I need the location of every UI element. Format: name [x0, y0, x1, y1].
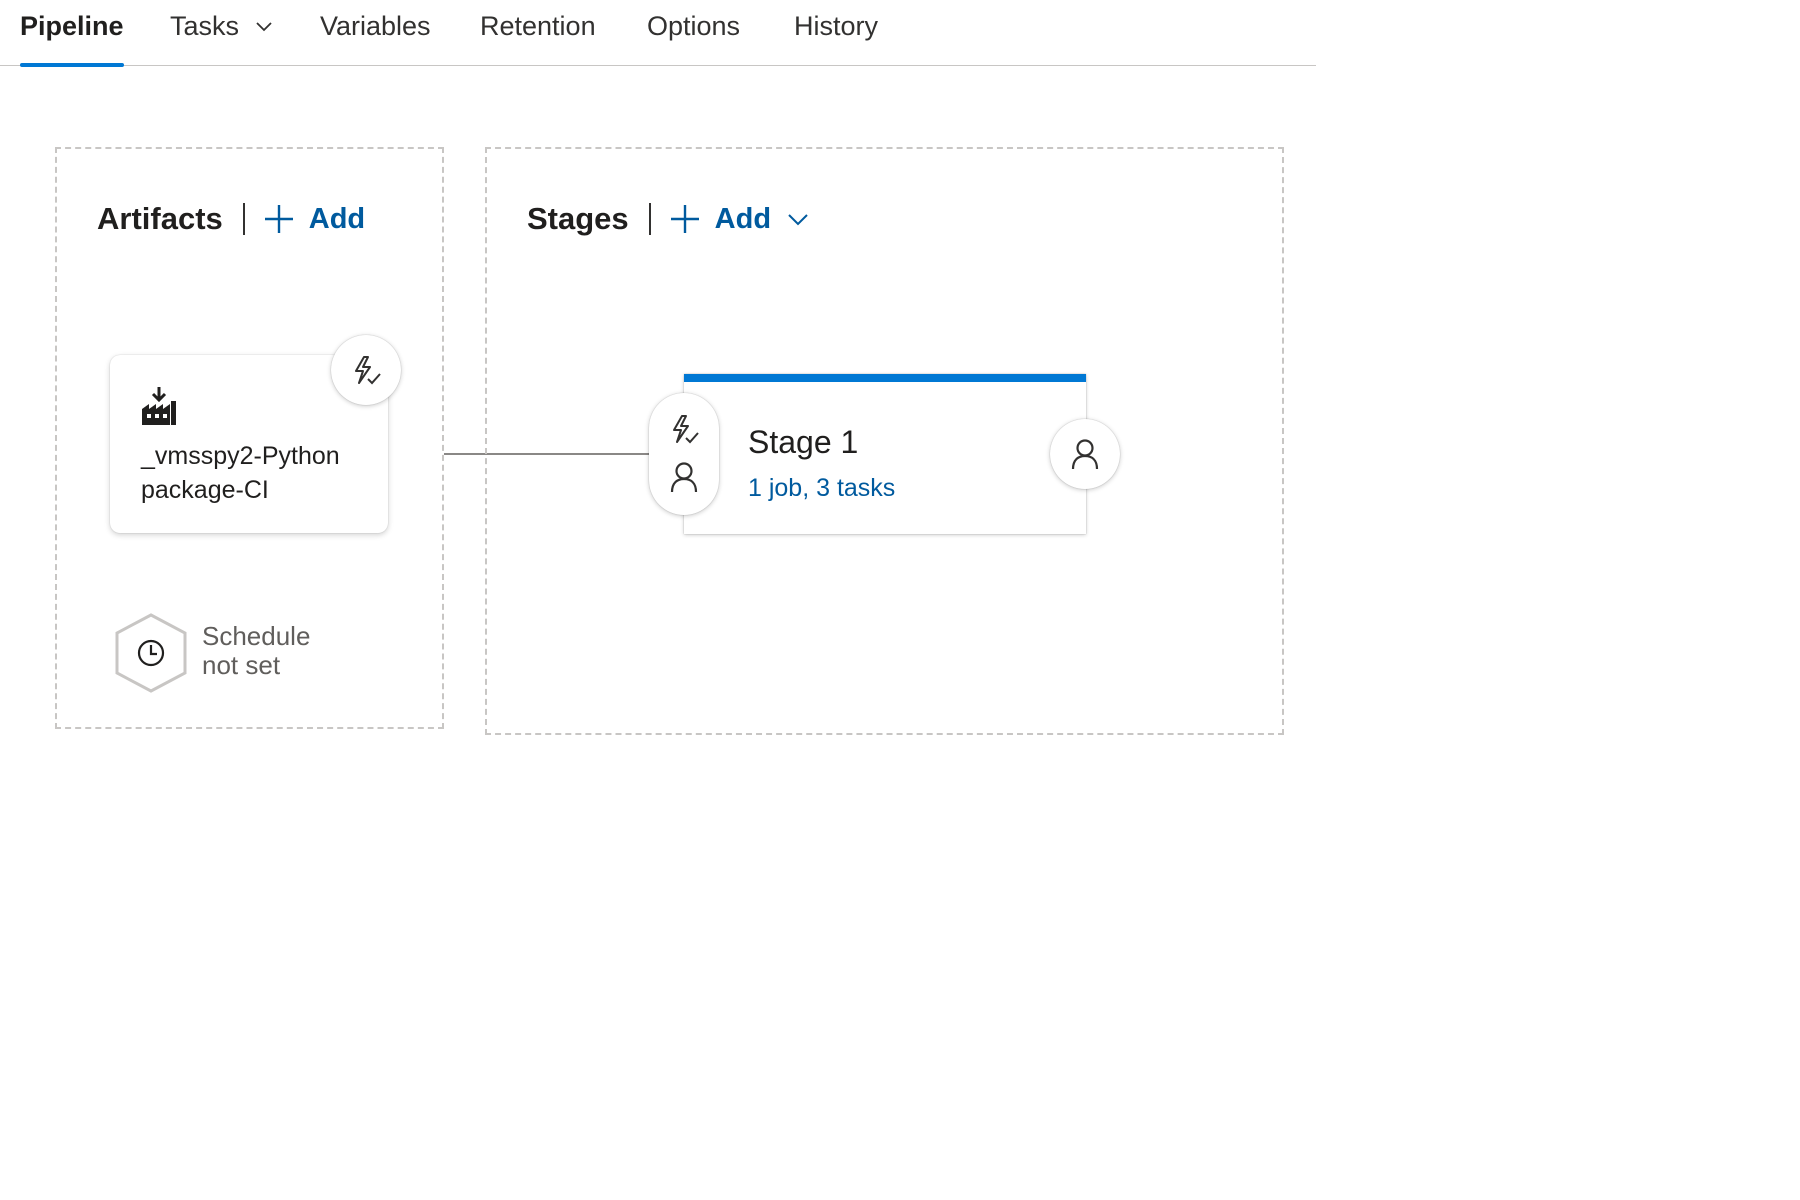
artifacts-header: Artifacts Add — [97, 201, 365, 237]
build-artifact-icon — [142, 387, 176, 425]
tab-retention[interactable]: Retention — [480, 0, 596, 66]
chevron-down-icon — [788, 214, 808, 226]
artifacts-title: Artifacts — [97, 201, 223, 236]
tab-history-label: History — [794, 11, 879, 41]
schedule-status: Schedule not set — [202, 621, 311, 680]
lightning-trigger-icon — [355, 356, 381, 385]
stages-title: Stages — [527, 201, 629, 236]
post-deployment-conditions-button[interactable] — [1050, 419, 1120, 489]
pipeline-tab-bar: Pipeline Tasks Variables Retention Optio… — [0, 0, 1316, 67]
header-divider — [648, 203, 651, 235]
person-icon — [1071, 439, 1099, 470]
add-artifact-button[interactable]: Add — [263, 203, 365, 236]
tab-variables-label: Variables — [320, 11, 431, 41]
tab-pipeline[interactable]: Pipeline — [20, 0, 124, 67]
chevron-down-icon — [255, 22, 272, 32]
stage-name: Stage 1 — [748, 424, 859, 460]
tab-history[interactable]: History — [794, 0, 878, 66]
stages-header: Stages Add — [527, 201, 809, 237]
stage-summary-link[interactable]: 1 job, 3 tasks — [748, 474, 895, 503]
artifact-name: _vmsspy2-Python package-CI — [141, 442, 340, 504]
tab-tasks-label: Tasks — [170, 11, 240, 41]
plus-icon — [264, 205, 293, 233]
tab-retention-label: Retention — [480, 11, 596, 41]
person-icon — [670, 462, 698, 493]
tab-pipeline-label: Pipeline — [20, 11, 124, 41]
pre-deployment-conditions-button[interactable] — [649, 393, 719, 515]
lightning-trigger-icon — [673, 415, 699, 444]
tab-options-label: Options — [647, 11, 741, 41]
continuous-deployment-trigger-button[interactable] — [331, 335, 401, 405]
add-stage-label: Add — [714, 202, 772, 235]
add-stage-button[interactable]: Add — [669, 203, 809, 236]
schedule-button[interactable] — [113, 612, 189, 694]
add-artifact-label: Add — [308, 202, 366, 235]
header-divider — [242, 203, 245, 235]
tab-variables[interactable]: Variables — [320, 0, 431, 66]
tab-options[interactable]: Options — [647, 0, 740, 66]
stage-card[interactable]: Stage 1 1 job, 3 tasks — [684, 374, 1086, 534]
tab-tasks[interactable]: Tasks — [170, 0, 273, 66]
plus-icon — [670, 205, 699, 233]
